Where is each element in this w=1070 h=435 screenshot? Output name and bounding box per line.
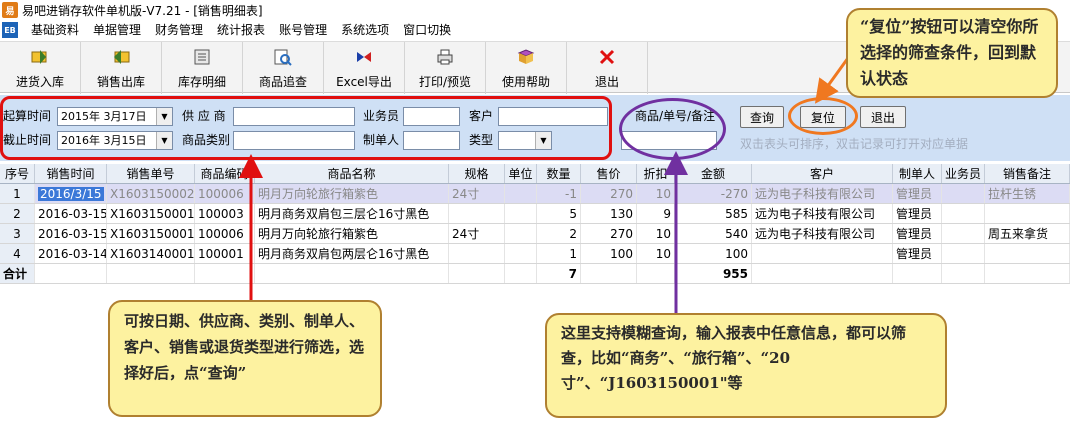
menu-basic-data[interactable]: 基础资料 <box>24 20 86 40</box>
keyword-highlight-ellipse <box>619 98 726 160</box>
sales-out-icon <box>111 47 131 67</box>
app-logo-icon: 易 <box>2 2 18 18</box>
filter-highlight-frame <box>0 96 612 160</box>
exit-button[interactable]: 退出 <box>860 106 906 128</box>
col-discount[interactable]: 折扣 <box>637 164 675 183</box>
help-button[interactable]: 使用帮助 <box>486 42 567 94</box>
col-seq[interactable]: 序号 <box>0 164 35 183</box>
hint-text: 双击表头可排序，双击记录可打开对应单据 <box>740 137 969 151</box>
reset-highlight-ellipse <box>788 97 858 135</box>
menu-reports[interactable]: 统计报表 <box>210 20 272 40</box>
reset-callout: “复位”按钮可以清空你所选择的筛查条件，回到默认状态 <box>846 8 1058 98</box>
product-trace-button[interactable]: 商品追查 <box>243 42 324 94</box>
sales-out-button[interactable]: 销售出库 <box>81 42 162 94</box>
window-title: 易吧进销存软件单机版-V7.21 - [销售明细表] <box>22 3 263 18</box>
menu-documents[interactable]: 单据管理 <box>86 20 148 40</box>
col-order-no[interactable]: 销售单号 <box>107 164 195 183</box>
inventory-button[interactable]: 库存明细 <box>162 42 243 94</box>
excel-export-button[interactable]: Excel导出 <box>324 42 405 94</box>
col-customer[interactable]: 客户 <box>752 164 893 183</box>
col-maker[interactable]: 制单人 <box>893 164 942 183</box>
exit-icon <box>597 47 617 67</box>
exit-toolbar-button[interactable]: 退出 <box>567 42 648 94</box>
query-button[interactable]: 查询 <box>740 106 784 128</box>
table-header: 序号 销售时间 销售单号 商品编码 商品名称 规格 单位 数量 售价 折扣 金额… <box>0 164 1070 184</box>
col-salesman[interactable]: 业务员 <box>942 164 985 183</box>
table-row[interactable]: 2 2016-03-15 X1603150001 100003 明月商务双肩包三… <box>0 204 1070 224</box>
filter-callout: 可按日期、供应商、类别、制单人、客户、销售或退货类型进行筛选，选择好后，点“查询… <box>108 300 382 417</box>
print-icon <box>435 47 455 67</box>
total-qty: 7 <box>537 264 581 283</box>
col-qty[interactable]: 数量 <box>537 164 581 183</box>
total-amount: 955 <box>675 264 752 283</box>
col-price[interactable]: 售价 <box>581 164 637 183</box>
excel-export-icon <box>354 47 374 67</box>
total-label: 合计 <box>0 264 35 283</box>
col-remark[interactable]: 销售备注 <box>985 164 1070 183</box>
col-product-name[interactable]: 商品名称 <box>255 164 449 183</box>
menu-accounts[interactable]: 账号管理 <box>272 20 334 40</box>
table-total-row: 合计 7 955 <box>0 264 1070 284</box>
help-icon <box>516 47 536 67</box>
stock-in-icon <box>30 47 50 67</box>
col-amount[interactable]: 金额 <box>675 164 752 183</box>
product-trace-icon <box>273 47 293 67</box>
print-button[interactable]: 打印/预览 <box>405 42 486 94</box>
menu-logo-icon: EB <box>2 22 18 38</box>
stock-in-button[interactable]: 进货入库 <box>0 42 81 94</box>
sales-detail-table: 序号 销售时间 销售单号 商品编码 商品名称 规格 单位 数量 售价 折扣 金额… <box>0 164 1070 284</box>
col-unit[interactable]: 单位 <box>505 164 537 183</box>
fuzzy-search-callout: 这里支持模糊查询，输入报表中任意信息，都可以筛查，比如“商务”、“旅行箱”、“2… <box>545 313 947 418</box>
col-spec[interactable]: 规格 <box>449 164 505 183</box>
menu-window[interactable]: 窗口切换 <box>396 20 458 40</box>
table-row[interactable]: 3 2016-03-15 X1603150001 100006 明月万向轮旅行箱… <box>0 224 1070 244</box>
menu-options[interactable]: 系统选项 <box>334 20 396 40</box>
inventory-icon <box>192 47 212 67</box>
col-sale-time[interactable]: 销售时间 <box>35 164 107 183</box>
table-row[interactable]: 1 2016/3/15 X1603150002 100006 明月万向轮旅行箱紫… <box>0 184 1070 204</box>
menu-finance[interactable]: 财务管理 <box>148 20 210 40</box>
table-row[interactable]: 4 2016-03-14 X1603140001 100001 明月商务双肩包两… <box>0 244 1070 264</box>
col-product-code[interactable]: 商品编码 <box>195 164 255 183</box>
